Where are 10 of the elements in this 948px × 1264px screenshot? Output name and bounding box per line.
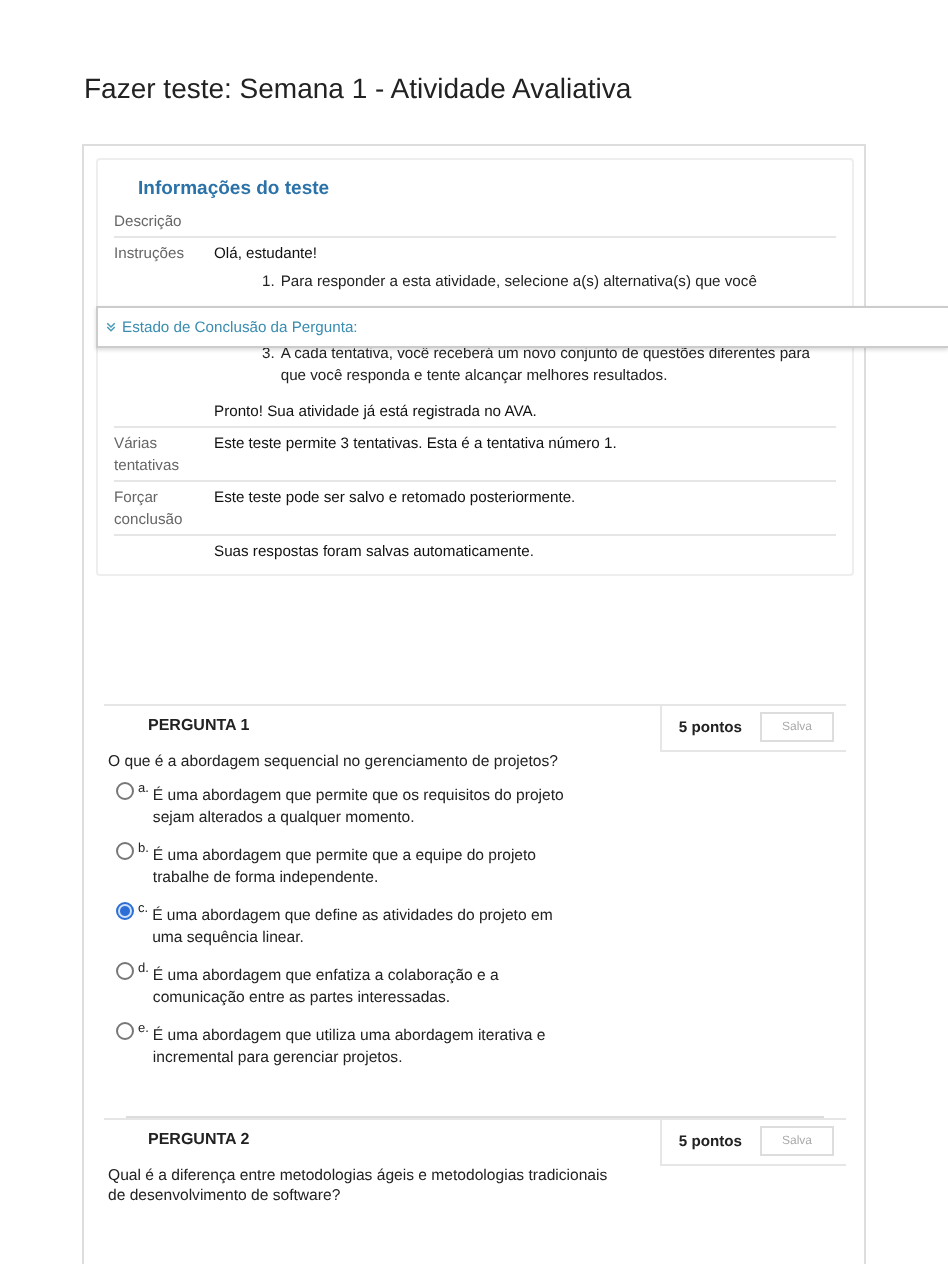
question-number: PERGUNTA 1 [148,716,250,734]
radio-button[interactable] [116,782,134,800]
double-chevron-icon [106,322,116,332]
radio-button[interactable] [116,1022,134,1040]
radio-button[interactable] [116,842,134,860]
radio-button[interactable] [116,962,134,980]
info-title: Informações do teste [138,178,332,200]
radio-button[interactable] [116,902,134,920]
page-title: Fazer teste: Semana 1 - Atividade Avaliativa [82,70,634,108]
question-number: PERGUNTA 2 [148,1130,250,1148]
